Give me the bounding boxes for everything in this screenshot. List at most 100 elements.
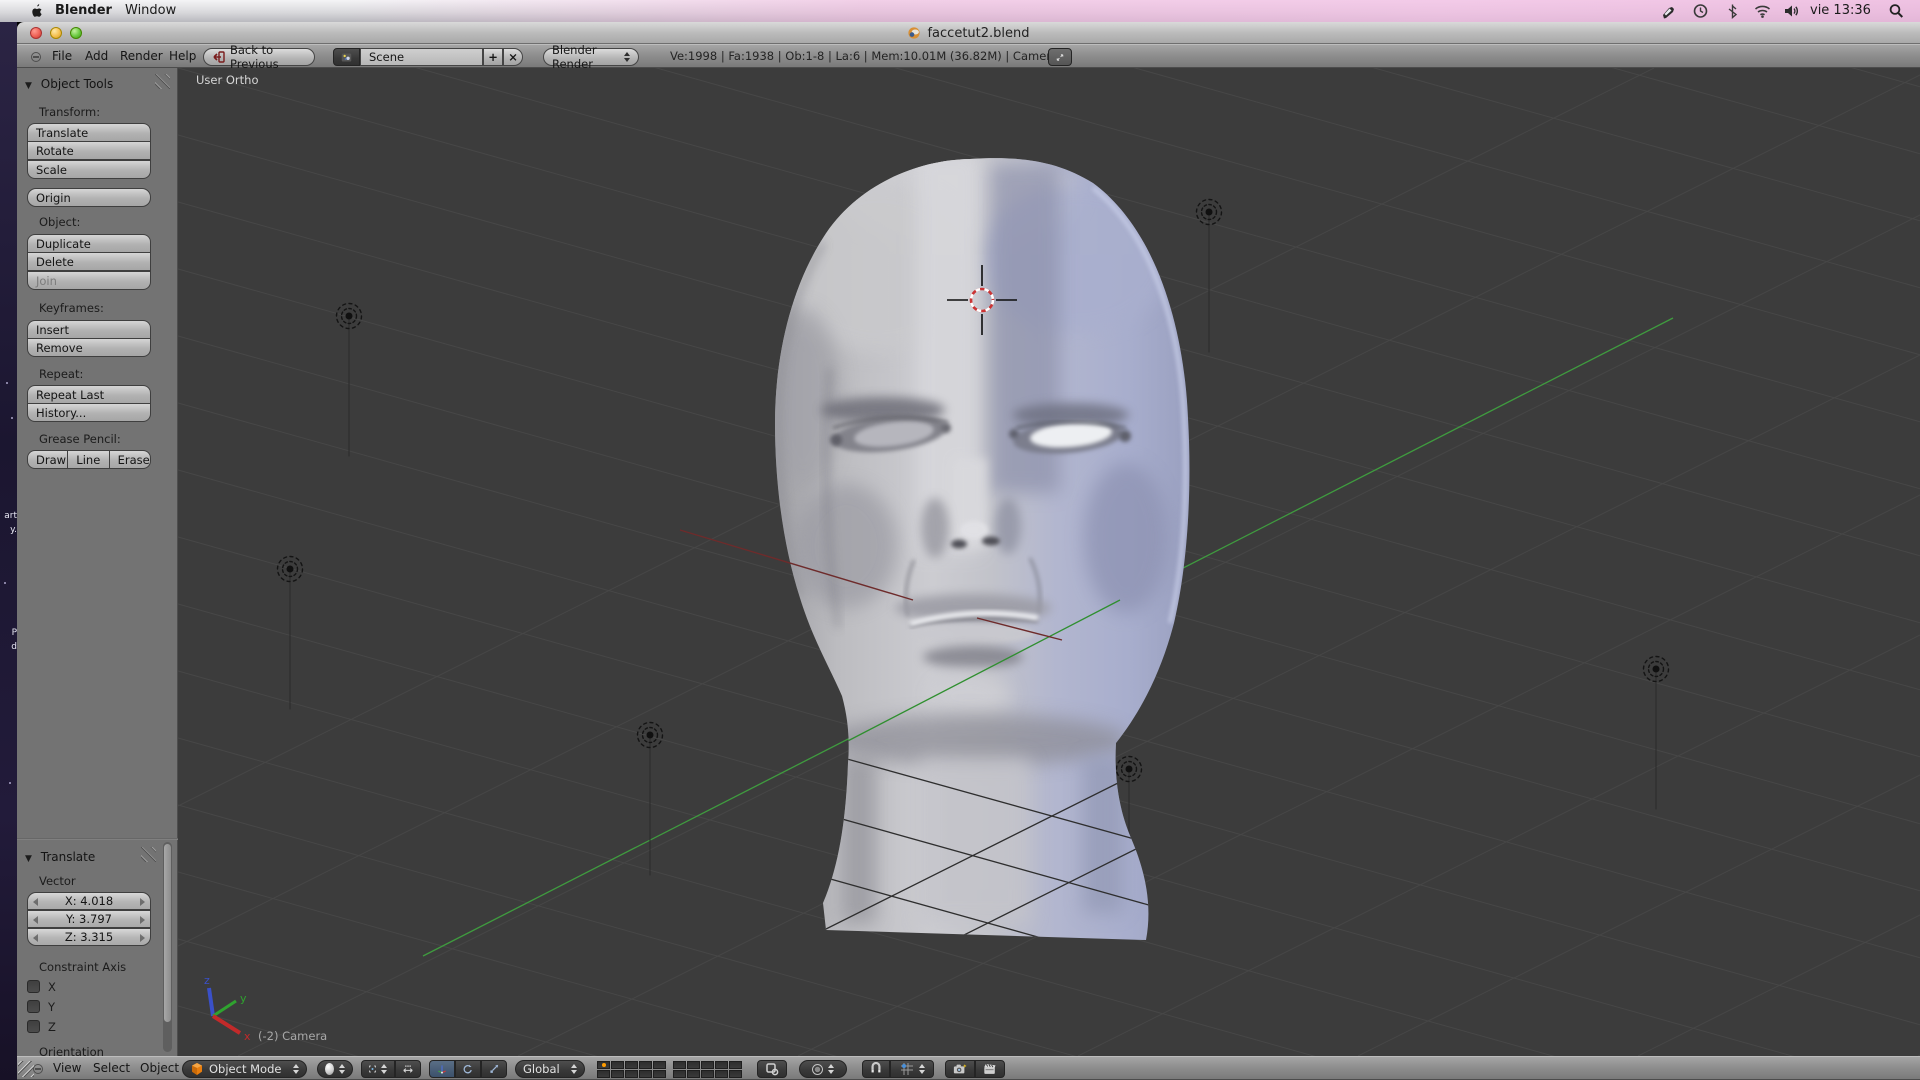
constraint-z-label: Z xyxy=(48,1020,56,1034)
viewport-header: View Select Object Object Mode xyxy=(17,1056,1920,1080)
remove-keyframe-button[interactable]: Remove xyxy=(27,338,151,357)
duplicate-button[interactable]: Duplicate xyxy=(27,234,151,253)
gizmo-y-label: y xyxy=(240,992,247,1005)
snap-toggle-button[interactable] xyxy=(862,1060,890,1078)
menu-render[interactable]: Render xyxy=(120,45,163,69)
grease-line-button[interactable]: Line xyxy=(68,450,109,469)
grease-erase-button[interactable]: Erase xyxy=(110,450,151,469)
menu-view[interactable]: View xyxy=(53,1057,81,1080)
vector-x-slider[interactable]: X: 4.018 xyxy=(27,892,151,910)
proportional-circle-icon xyxy=(812,1064,823,1075)
render-camera-icon xyxy=(953,1061,967,1077)
vector-label: Vector xyxy=(39,874,76,888)
slider-right-arrow-icon[interactable] xyxy=(140,916,145,924)
menubar-window-menu[interactable]: Window xyxy=(125,0,176,22)
constraint-x-checkbox[interactable] xyxy=(27,980,40,993)
opengl-render-image-button[interactable] xyxy=(945,1060,975,1078)
rotate-button[interactable]: Rotate xyxy=(27,141,151,160)
render-engine-dropdown[interactable]: Blender Render xyxy=(543,48,639,66)
desktop-background: art y. P d xyxy=(0,22,17,1080)
slider-right-arrow-icon[interactable] xyxy=(140,898,145,906)
scene-name-field[interactable]: Scene xyxy=(360,48,483,66)
origin-button[interactable]: Origin xyxy=(27,188,151,207)
scene-add-button[interactable]: + xyxy=(483,48,503,66)
apple-menu-icon[interactable] xyxy=(28,3,45,19)
vector-z-slider[interactable]: Z: 3.315 xyxy=(27,928,151,946)
gizmo-z-label: z xyxy=(204,974,210,987)
magnet-icon xyxy=(870,1062,882,1076)
slider-right-arrow-icon[interactable] xyxy=(140,934,145,942)
info-header: File Add Render Help Back to Previous Sc… xyxy=(17,44,1920,68)
dropdown-arrows-icon xyxy=(919,1064,925,1074)
3d-viewport[interactable]: z y x User Ortho (-2) Camera xyxy=(178,68,1920,1056)
delete-button[interactable]: Delete xyxy=(27,252,151,271)
back-to-previous-button[interactable]: Back to Previous xyxy=(203,48,315,66)
menu-file[interactable]: File xyxy=(52,45,72,69)
scrollbar-thumb[interactable] xyxy=(164,844,171,1022)
dropdown-arrows-icon xyxy=(828,1064,834,1074)
tool-shelf-scrollbar[interactable] xyxy=(163,842,172,1052)
layers-widget-group1[interactable] xyxy=(597,1061,666,1078)
scale-manipulator-button[interactable] xyxy=(481,1060,507,1078)
pivot-point-dropdown[interactable] xyxy=(361,1060,395,1078)
ink-pen-icon[interactable] xyxy=(1660,3,1677,19)
menu-add[interactable]: Add xyxy=(85,45,108,69)
object-tools-panel-header[interactable]: ▼ Object Tools xyxy=(25,77,113,91)
repeat-last-button[interactable]: Repeat Last xyxy=(27,385,151,404)
manipulator-icon xyxy=(403,1062,413,1076)
scale-button[interactable]: Scale xyxy=(27,160,151,179)
slider-left-arrow-icon[interactable] xyxy=(33,898,38,906)
screen-layout-icon[interactable] xyxy=(333,48,360,66)
camera-name-label: (-2) Camera xyxy=(258,1029,327,1043)
window-titlebar[interactable]: faccetut2.blend xyxy=(17,22,1920,44)
mode-dropdown[interactable]: Object Mode xyxy=(182,1060,307,1078)
manipulator-toggle[interactable] xyxy=(395,1060,421,1078)
snap-element-dropdown[interactable] xyxy=(890,1060,934,1078)
bluetooth-icon[interactable] xyxy=(1724,3,1741,19)
clapperboard-icon xyxy=(983,1061,997,1077)
object-label: Object: xyxy=(39,215,80,229)
constraint-axis-label: Constraint Axis xyxy=(39,960,126,974)
menu-object[interactable]: Object xyxy=(140,1057,179,1080)
history-button[interactable]: History... xyxy=(27,403,151,422)
view-name-label: User Ortho xyxy=(196,73,258,87)
viewport-shading-dropdown[interactable] xyxy=(317,1060,353,1078)
translate-panel-header[interactable]: ▼ Translate xyxy=(25,850,95,864)
vector-y-slider[interactable]: Y: 3.797 xyxy=(27,910,151,928)
menu-help[interactable]: Help xyxy=(169,45,196,69)
header-collapse-icon[interactable] xyxy=(33,1064,43,1074)
constraint-z-checkbox[interactable] xyxy=(27,1020,40,1033)
blend-file-icon xyxy=(907,26,921,40)
menubar-clock[interactable]: vie 13:36 xyxy=(1810,0,1871,22)
slider-left-arrow-icon[interactable] xyxy=(33,934,38,942)
translate-button[interactable]: Translate xyxy=(27,123,151,142)
time-machine-icon[interactable] xyxy=(1692,3,1709,19)
menubar-app-name[interactable]: Blender xyxy=(55,0,112,22)
wifi-icon[interactable] xyxy=(1753,3,1770,19)
rotate-manipulator-button[interactable] xyxy=(455,1060,481,1078)
spotlight-search-icon[interactable] xyxy=(1888,3,1905,19)
grease-draw-button[interactable]: Draw xyxy=(27,450,68,469)
join-button[interactable]: Join xyxy=(27,271,151,290)
translate-manipulator-button[interactable] xyxy=(429,1060,455,1078)
head-model[interactable] xyxy=(618,153,1218,1056)
maximize-area-icon[interactable] xyxy=(1048,48,1072,66)
panel-drag-grip-icon[interactable] xyxy=(155,74,170,89)
keyframes-label: Keyframes: xyxy=(39,301,104,315)
lock-to-scene-button[interactable] xyxy=(757,1060,787,1078)
layer-cell-active[interactable] xyxy=(597,1061,610,1069)
constraint-y-checkbox[interactable] xyxy=(27,1000,40,1013)
panel-drag-grip-icon[interactable] xyxy=(141,847,156,862)
proportional-edit-dropdown[interactable] xyxy=(799,1060,847,1078)
scene-unlink-button[interactable]: × xyxy=(503,48,523,66)
insert-keyframe-button[interactable]: Insert xyxy=(27,320,151,339)
layers-widget-group2[interactable] xyxy=(673,1061,742,1078)
slider-left-arrow-icon[interactable] xyxy=(33,916,38,924)
shading-sphere-icon xyxy=(325,1063,334,1075)
volume-icon[interactable] xyxy=(1783,3,1800,19)
menu-select[interactable]: Select xyxy=(93,1057,130,1080)
area-resize-grip[interactable] xyxy=(18,1061,34,1077)
transform-orientation-dropdown[interactable]: Global xyxy=(515,1060,585,1078)
header-collapse-icon[interactable] xyxy=(31,52,41,62)
opengl-render-anim-button[interactable] xyxy=(975,1060,1005,1078)
